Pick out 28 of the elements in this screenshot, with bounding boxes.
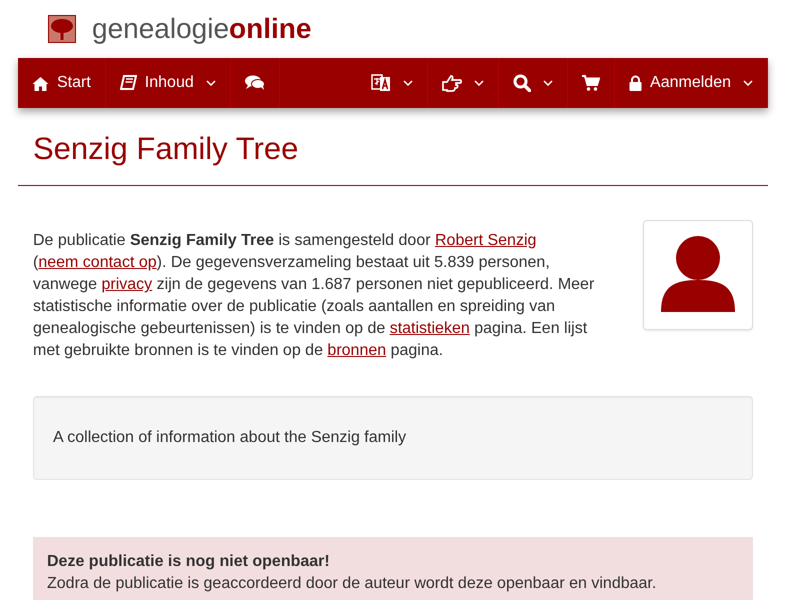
nav-link[interactable]: Aanmelden [615, 58, 768, 108]
chat-icon [244, 75, 265, 91]
home-icon [32, 76, 49, 90]
nav-link[interactable]: Start [18, 58, 106, 108]
intro-paragraph: De publicatie Senzig Family Tree is samengesteld door Robert Senzig (neem contact op). De gegevensverzameling bestaat uit 5.839 personen, vanwege privacy zijn de gegevens van 1.687 personen niet gepubliceerd. Meer statistische informatie over de publicatie (zoals aantallen en spreiding van genealogische gebeurtenissen) is te vinden op de statistieken pagina. Een lijst met gebruikte bronnen is te vinden op de bronnen pagina. [33, 231, 596, 362]
caret-icon [474, 80, 484, 86]
text-link[interactable]: privacy [102, 276, 152, 294]
pointing-hand-icon [442, 74, 462, 92]
text-link[interactable]: Robert Senzig [435, 232, 536, 250]
nav-link[interactable]: Inhoud [106, 58, 231, 108]
caret-icon [543, 80, 554, 86]
alert-text: Zodra de publicatie is geaccordeerd door de auteur wordt deze openbaar en vindbaar. [47, 574, 658, 594]
text-link[interactable]: statistieken [390, 320, 470, 338]
translate-icon [371, 73, 392, 93]
site-logo-text[interactable]: genealogieonline [92, 8, 312, 50]
lock-icon [629, 75, 642, 91]
cart-icon [582, 75, 600, 91]
alert-heading: Deze publicatie is nog niet openbaar! [47, 552, 331, 572]
description-text: A collection of information about the Senzig family [53, 429, 406, 446]
page-title: Senzig Family Tree [33, 130, 300, 168]
text-link[interactable]: bronnen [327, 342, 386, 360]
caret-icon [206, 80, 216, 86]
caret-icon [743, 80, 753, 86]
search-icon [513, 74, 532, 92]
caret-icon [403, 80, 414, 86]
book-icon [120, 75, 137, 91]
text-link[interactable]: neem contact op [38, 254, 157, 272]
tree-logo-icon[interactable] [48, 15, 76, 43]
